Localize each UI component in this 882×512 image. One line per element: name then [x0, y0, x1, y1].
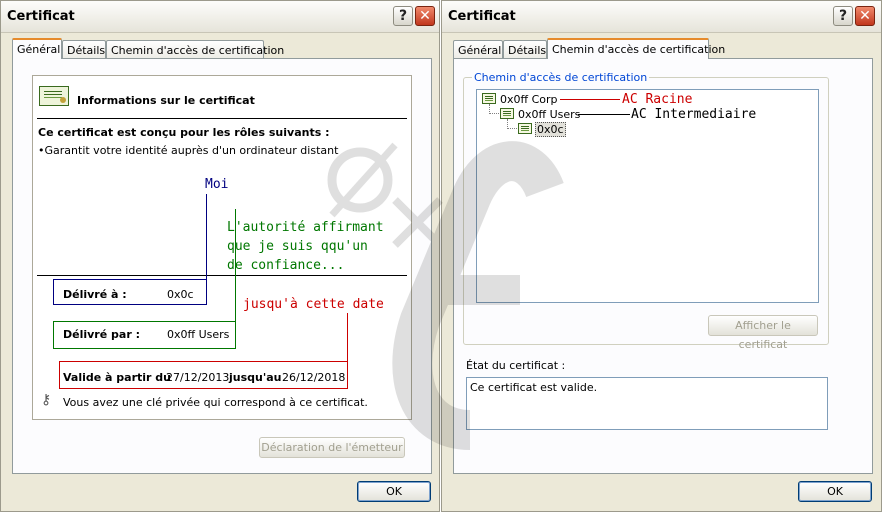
ok-button[interactable]: OK: [798, 481, 872, 502]
ok-button[interactable]: OK: [357, 481, 431, 502]
roles-heading: Ce certificat est conçu pour les rôles s…: [38, 126, 330, 139]
tab-certification-path[interactable]: Chemin d'accès de certification: [106, 40, 284, 59]
annotation-box-issued-by: [53, 321, 236, 349]
key-icon: ⚷: [41, 392, 52, 408]
annotation-authority: L'autorité affirmant que je suis qqu'un …: [227, 218, 384, 275]
window-title: Certificat: [7, 9, 75, 24]
status-text: Ce certificat est valide.: [470, 381, 598, 394]
certification-path-group-label: Chemin d'accès de certification: [472, 71, 650, 84]
annotation-authority-line3: de confiance...: [227, 258, 345, 273]
tree-connector: [489, 113, 499, 114]
annotation-line: [560, 99, 620, 100]
annotation-until-date: jusqu'à cette date: [243, 297, 384, 312]
annotation-root-ca: AC Racine: [622, 92, 693, 107]
annotation-line: [206, 194, 207, 279]
annotation-box-validity: [59, 361, 348, 389]
issuer-statement-button[interactable]: Déclaration de l'émetteur: [259, 437, 405, 458]
certificate-icon: [518, 123, 532, 134]
help-icon[interactable]: ?: [393, 6, 413, 26]
annotation-authority-line2: que je suis qqu'un: [227, 239, 368, 254]
tab-details[interactable]: Détails: [62, 40, 106, 59]
tree-item-root[interactable]: 0x0ff Corp: [500, 93, 558, 106]
tree-item-intermediate[interactable]: 0x0ff Users: [518, 108, 580, 121]
title-bar[interactable]: Certificat ? ✕: [442, 1, 881, 33]
role-item-text: Garantit votre identité auprès d'un ordi…: [44, 144, 339, 157]
annotation-intermediate-ca: AC Intermediaire: [631, 107, 757, 122]
role-item: •Garantit votre identité auprès d'un ord…: [38, 144, 339, 157]
annotation-line: [347, 313, 348, 361]
status-label: État du certificat :: [466, 359, 566, 372]
tab-general[interactable]: Général: [453, 40, 503, 59]
divider: [37, 118, 407, 119]
window-title: Certificat: [448, 9, 516, 24]
title-bar[interactable]: Certificat ? ✕: [1, 1, 439, 33]
view-certificate-button[interactable]: Afficher le certificat: [708, 315, 818, 351]
divider: [37, 275, 407, 276]
status-textbox[interactable]: Ce certificat est valide.: [466, 377, 828, 430]
help-icon[interactable]: ?: [833, 6, 853, 26]
tab-certification-path[interactable]: Chemin d'accès de certification: [547, 38, 725, 59]
close-icon[interactable]: ✕: [855, 6, 875, 26]
certificate-dialog-general: Certificat ? ✕ Général Détails Chemin d'…: [0, 0, 440, 512]
tree-item-leaf-selected[interactable]: 0x0c: [535, 122, 566, 137]
certificate-dialog-path: Certificat ? ✕ Général Détails Chemin d'…: [441, 0, 882, 512]
certificate-icon: [39, 86, 69, 106]
annotation-line: [578, 114, 630, 115]
certificate-icon: [482, 93, 496, 104]
info-header: Informations sur le certificat: [77, 94, 255, 107]
tab-details[interactable]: Détails: [503, 40, 547, 59]
close-icon[interactable]: ✕: [415, 6, 435, 26]
tab-general[interactable]: Général: [12, 38, 62, 59]
private-key-note: Vous avez une clé privée qui correspond …: [63, 396, 368, 409]
annotation-box-issued-to: [53, 279, 207, 305]
tree-connector: [507, 128, 517, 129]
annotation-moi: Moi: [205, 177, 229, 192]
annotation-authority-line1: L'autorité affirmant: [227, 220, 384, 235]
certificate-icon: [500, 108, 514, 119]
